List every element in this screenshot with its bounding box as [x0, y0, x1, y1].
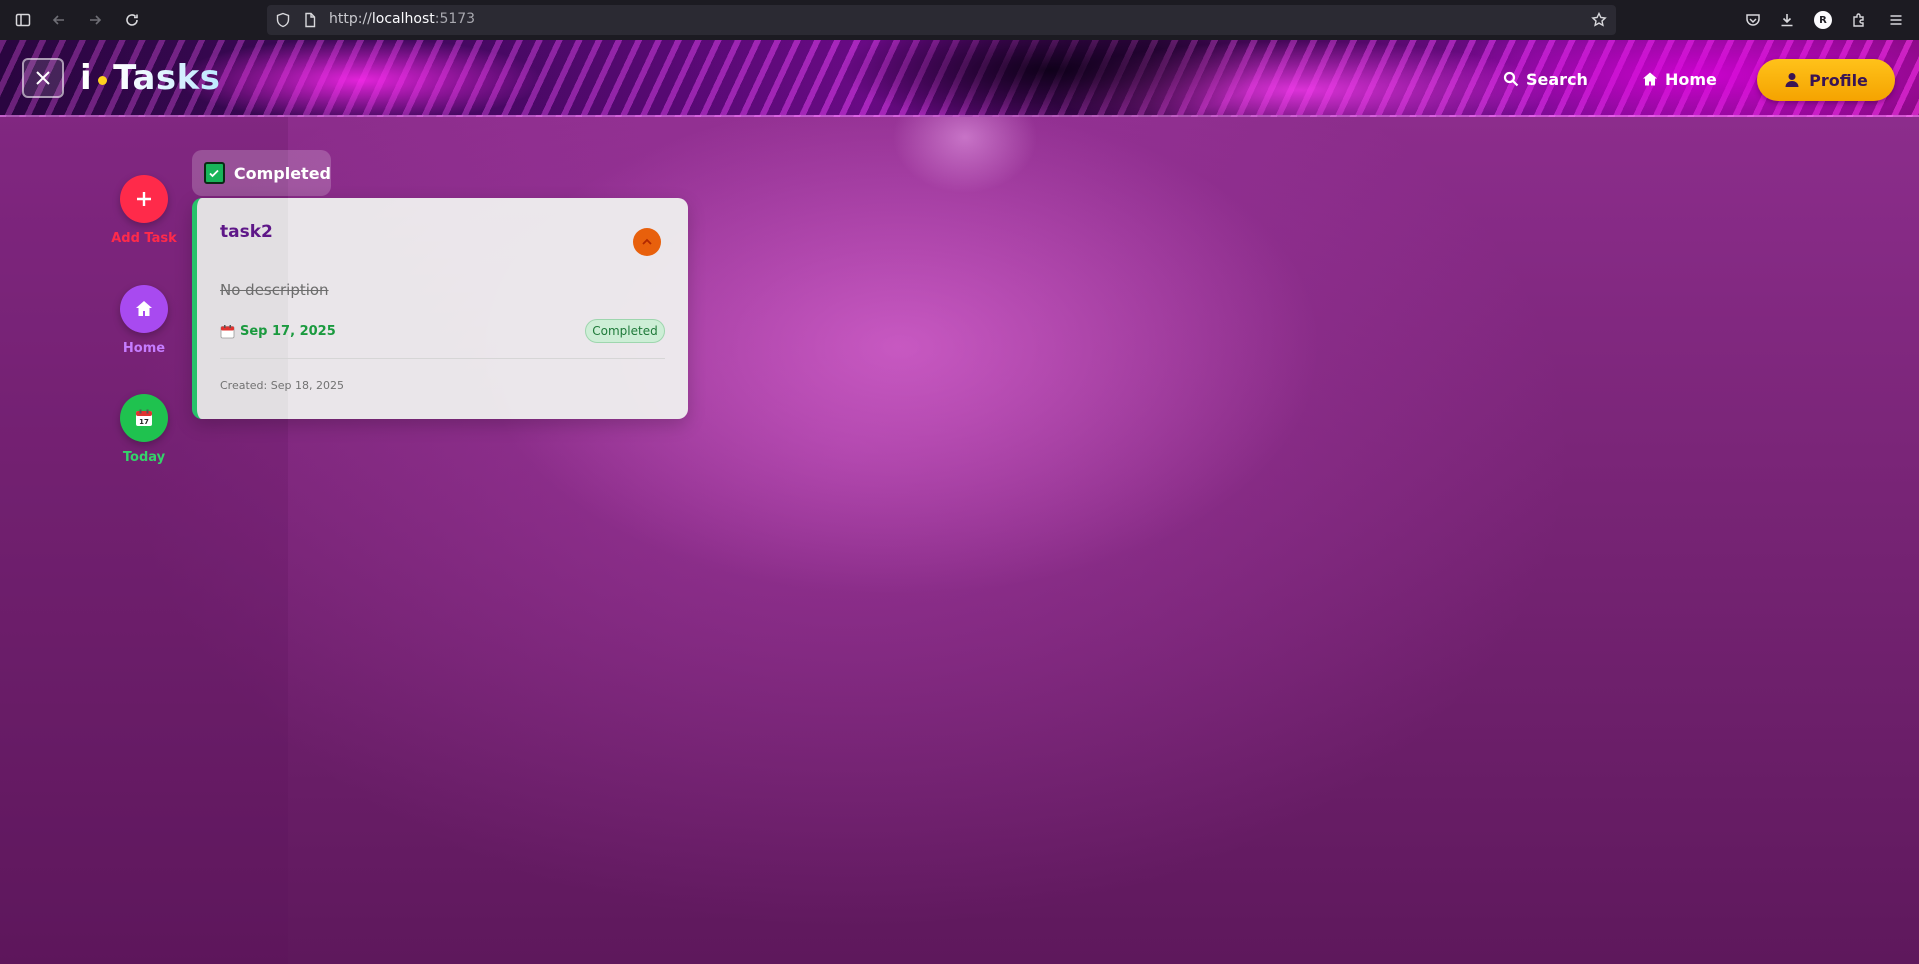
logo-tasks: Tasks [113, 58, 221, 98]
check-icon [209, 169, 220, 178]
card-divider [220, 358, 665, 359]
url-text[interactable]: http://localhost:5173 [329, 11, 475, 27]
reload-icon[interactable] [122, 10, 142, 30]
status-badge: Completed [585, 319, 665, 343]
sidebar-toggle-icon[interactable] [13, 10, 33, 30]
forward-icon[interactable] [85, 10, 105, 30]
task-title: task2 [220, 222, 273, 242]
today-label: Today [122, 450, 166, 465]
close-icon [36, 71, 50, 85]
due-date: Sep 17, 2025 [240, 324, 336, 339]
url-prefix: http:// [329, 11, 372, 27]
profile-label: Profile [1809, 70, 1868, 90]
home-circle[interactable] [120, 285, 168, 333]
completed-section-label: Completed [233, 163, 331, 183]
menu-icon[interactable] [1886, 10, 1906, 30]
nav-search-label: Search [1526, 69, 1588, 89]
due-date-row: Sep 17, 2025 [220, 324, 336, 339]
pocket-icon[interactable] [1743, 10, 1763, 30]
sidebar-home-label: Home [122, 341, 166, 356]
extensions-icon[interactable] [1849, 10, 1869, 30]
app-logo[interactable]: i Tasks [80, 58, 221, 98]
shield-icon[interactable] [275, 12, 291, 28]
logo-i: i [80, 58, 93, 98]
today-circle[interactable]: 17 [120, 394, 168, 442]
today-button[interactable]: 17 Today [84, 394, 204, 465]
nav-home-link[interactable]: Home [1642, 67, 1717, 91]
calendar-icon: 17 [136, 409, 152, 426]
collapse-button[interactable] [633, 228, 661, 256]
completed-section-header[interactable]: Completed [192, 150, 331, 196]
profile-button[interactable]: Profile [1757, 59, 1895, 101]
calendar-icon [220, 325, 235, 339]
browser-toolbar: http://localhost:5173 R [0, 0, 1919, 40]
chevron-up-icon [642, 238, 652, 245]
created-date: Created: Sep 18, 2025 [220, 379, 344, 392]
add-task-button[interactable]: Add Task [84, 175, 204, 246]
search-icon [1503, 71, 1519, 87]
app-header: i Tasks Search Home Profile [0, 40, 1919, 117]
plus-icon [137, 192, 151, 206]
task-description: No description [220, 281, 329, 299]
add-task-circle[interactable] [120, 175, 168, 223]
url-bar[interactable]: http://localhost:5173 [267, 5, 1616, 35]
account-avatar[interactable]: R [1814, 11, 1832, 29]
home-icon [1643, 72, 1657, 86]
back-icon[interactable] [49, 10, 69, 30]
logo-dot [98, 75, 108, 85]
close-sidebar-button[interactable] [22, 58, 64, 98]
downloads-icon[interactable] [1777, 10, 1797, 30]
url-host: localhost [371, 11, 435, 27]
home-icon [136, 301, 152, 316]
svg-text:17: 17 [139, 418, 149, 426]
sidebar-home-button[interactable]: Home [84, 285, 204, 356]
bookmark-star-icon[interactable] [1591, 11, 1607, 28]
user-icon [1785, 73, 1799, 87]
task-card[interactable]: task2 No description Sep 17, 2025 Comple… [192, 198, 688, 419]
page-icon [302, 12, 318, 28]
nav-search-link[interactable]: Search [1503, 67, 1588, 91]
nav-home-label: Home [1665, 69, 1717, 89]
url-port: :5173 [434, 11, 476, 27]
add-task-label: Add Task [111, 231, 177, 246]
checkbox-icon [204, 162, 225, 184]
